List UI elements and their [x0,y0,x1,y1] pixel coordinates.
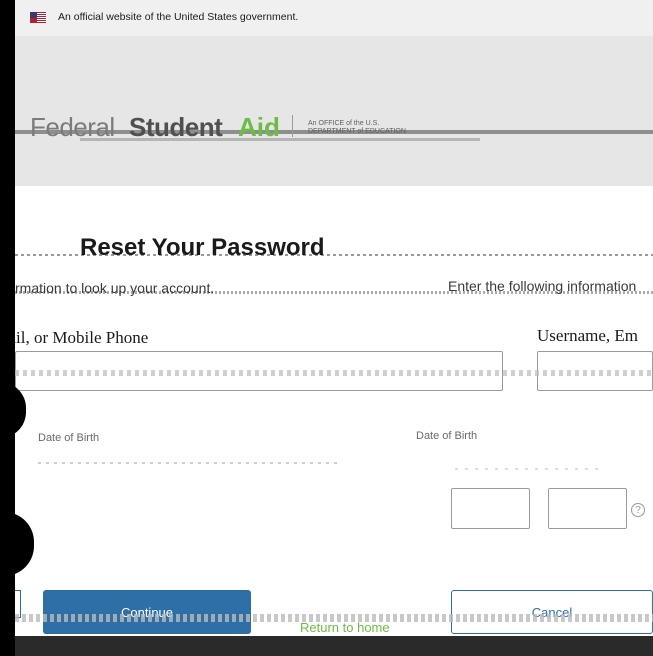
dob-label-left: Date of Birth [38,432,100,444]
continue-button[interactable]: Continue [43,590,251,634]
bottom-bar [0,636,653,656]
dob-month-input[interactable] [451,488,530,529]
logo-student[interactable]: Student [129,112,223,143]
help-icon[interactable]: ? [631,503,645,517]
logo-aid[interactable]: Aid [238,112,280,143]
account-field-label-left: nail, or Mobile Phone [0,328,149,347]
dob-label-right: Date of Birth [416,430,478,442]
instruction-right: Enter the following information [448,278,637,294]
return-home-link[interactable]: Return to home [300,620,390,635]
dob-day-input[interactable] [548,488,627,529]
dob-hint-left [38,462,338,464]
logo-separator [292,115,293,137]
instruction-left: rmation to look up your account. [15,280,215,296]
gov-banner-text: An official website of the United States… [58,11,299,23]
account-field-label-right: Username, Em [537,326,639,345]
cancel-button[interactable]: Cancel [451,590,653,634]
dob-hint-right [455,468,605,470]
us-flag-icon [30,12,46,23]
input-overlay-artifact [15,370,653,376]
site-header [15,36,653,186]
logo-department: An OFFICE of the U.S. DEPARTMENT of EDUC… [308,120,406,135]
page-title: Reset Your Password [80,234,325,261]
logo-federal[interactable]: Federal [30,112,115,143]
edge-artifact-lower [0,512,34,576]
